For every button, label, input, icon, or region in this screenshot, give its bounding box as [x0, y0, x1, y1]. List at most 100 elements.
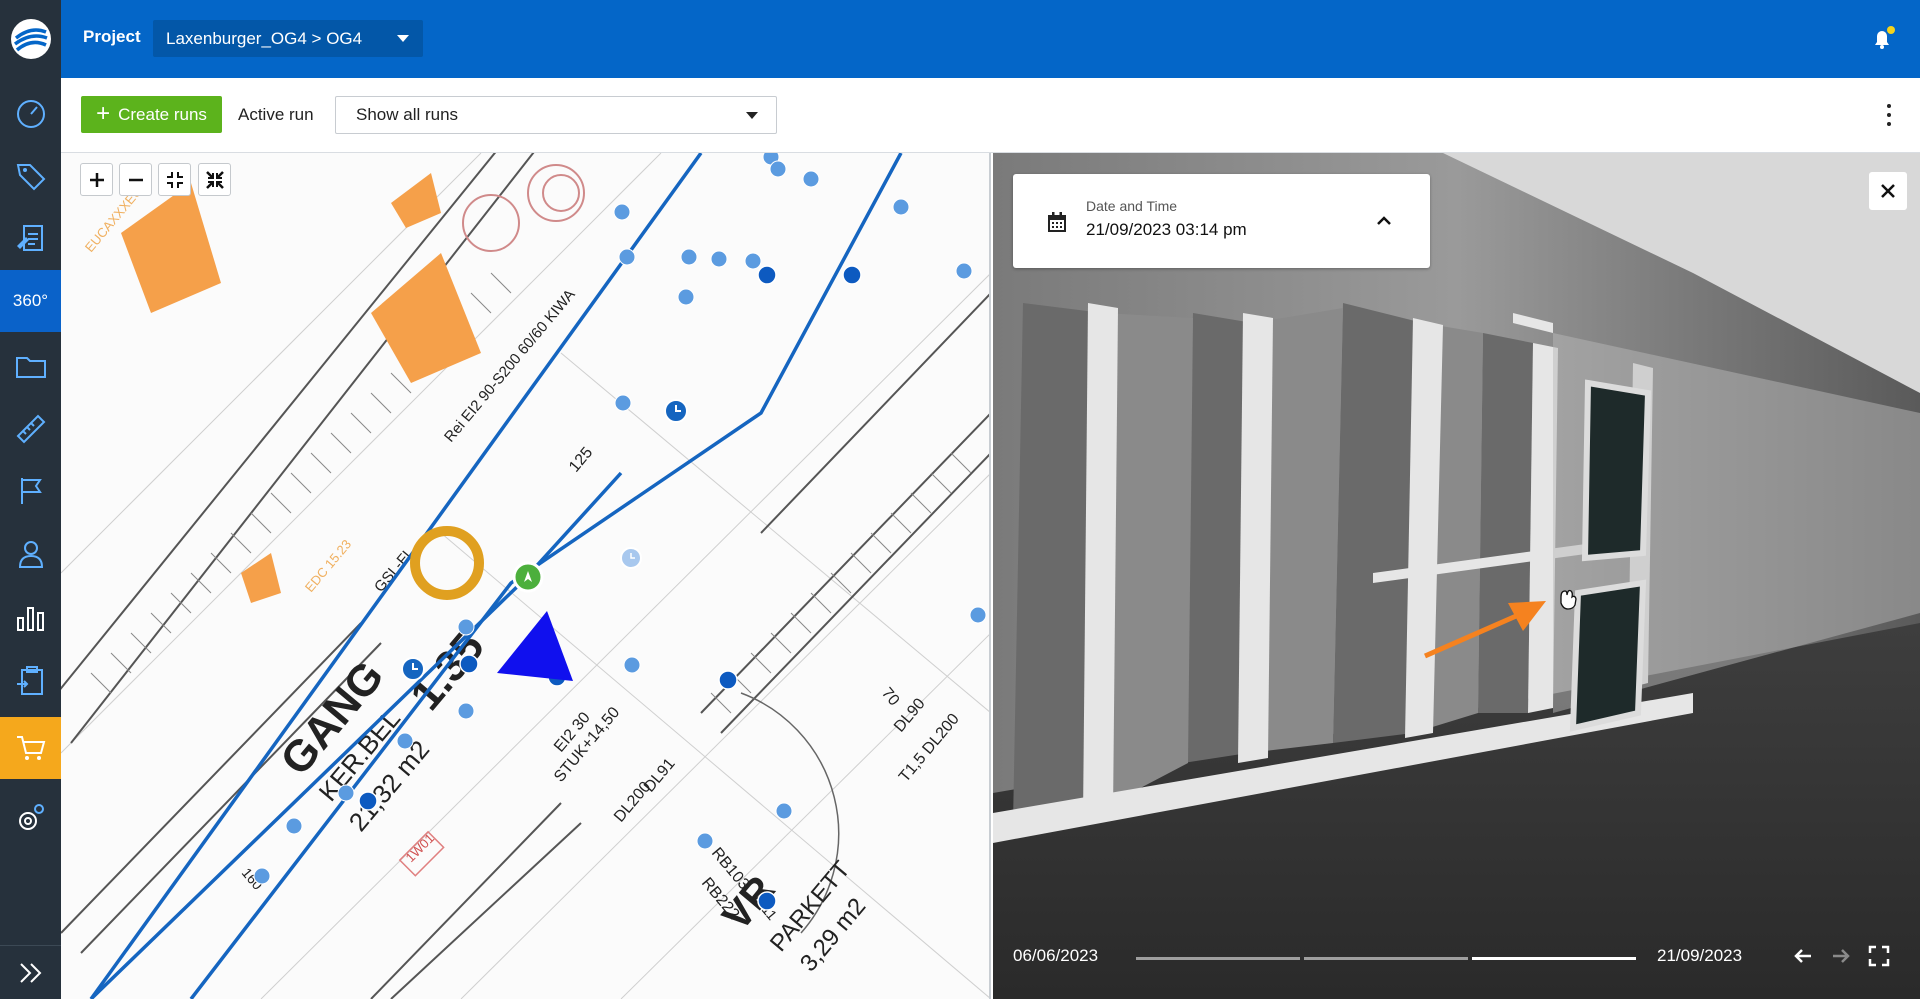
arrow-right-icon[interactable]	[1829, 944, 1853, 968]
capture-point	[892, 198, 910, 216]
flag-icon	[20, 478, 42, 504]
plus-icon	[89, 172, 104, 187]
fit-view-button[interactable]	[158, 163, 191, 196]
sidebar-item-files[interactable]	[0, 335, 61, 397]
close-viewer-button[interactable]	[1869, 172, 1907, 210]
fullscreen-icon[interactable]	[1867, 944, 1891, 968]
zoom-out-button[interactable]	[119, 163, 152, 196]
cart-icon	[16, 736, 45, 760]
sidebar-item-measure[interactable]	[0, 398, 61, 460]
sidebar-expand-button[interactable]	[0, 946, 61, 999]
run-path	[89, 471, 623, 999]
capture-point	[623, 656, 641, 674]
timeline-segment[interactable]	[1304, 957, 1468, 960]
active-run-label: Active run	[238, 105, 314, 124]
top-bar: Project Laxenburger_OG4 > OG4	[61, 0, 1920, 78]
bell-icon[interactable]	[1870, 26, 1896, 52]
capture-point	[769, 160, 787, 178]
minus-icon	[128, 178, 143, 181]
sidebar-item-label: 360°	[12, 291, 49, 310]
caret-down-icon	[397, 35, 409, 42]
toolbar: + Create runs Active run Show all runs	[61, 78, 1920, 153]
sidebar-item-tasks[interactable]	[0, 650, 61, 712]
caret-down-icon	[746, 112, 758, 119]
folder-icon	[15, 357, 46, 378]
active-run-select-value: Show all runs	[356, 105, 459, 124]
chevron-up-icon[interactable]	[1376, 213, 1392, 229]
capture-point	[969, 606, 987, 624]
bar-chart-icon	[16, 607, 44, 631]
floor-plan-map[interactable]: EUCAXXXEU EDC 15.23 GANG 1.35 KER.BEL 21…	[61, 153, 991, 999]
capture-point	[718, 670, 738, 690]
user-icon	[18, 541, 43, 568]
current-position-marker	[512, 561, 544, 593]
sidebar-item-cart[interactable]	[0, 717, 61, 779]
create-runs-label: Create runs	[118, 104, 207, 124]
logo-icon	[10, 19, 51, 59]
sidebar-item-reports[interactable]	[0, 208, 61, 270]
timeline-end-date: 21/09/2023	[1657, 946, 1743, 965]
timeline-segment[interactable]	[1136, 957, 1300, 960]
capture-point	[618, 248, 636, 266]
sidebar-item-users[interactable]	[0, 523, 61, 585]
more-options-icon[interactable]	[1886, 104, 1892, 126]
capture-point	[285, 817, 303, 835]
date-time-card[interactable]: Date and Time 21/09/2023 03:14 pm	[1013, 174, 1430, 268]
gear-icon	[18, 804, 44, 830]
active-run-select[interactable]: Show all runs	[335, 96, 777, 134]
sidebar-item-settings[interactable]	[0, 787, 61, 849]
app-logo[interactable]	[0, 0, 61, 78]
project-selector[interactable]: Laxenburger_OG4 > OG4	[153, 20, 423, 57]
project-label: Project	[83, 27, 141, 46]
double-chevron-right-icon	[19, 962, 41, 983]
capture-point	[744, 252, 762, 270]
clipboard-icon	[16, 666, 43, 695]
view-direction-cone	[497, 611, 573, 681]
current-location-ring	[410, 526, 484, 600]
clock-marker	[664, 399, 688, 423]
shrink-icon	[205, 170, 224, 189]
clock-marker	[620, 547, 642, 569]
sidebar-item-analytics[interactable]	[0, 586, 61, 648]
sidebar-item-dashboard[interactable]	[0, 82, 61, 144]
run-path	[89, 153, 703, 999]
sidebar-item-360[interactable]: 360°	[0, 270, 61, 332]
calendar-icon	[1048, 212, 1066, 232]
capture-point	[459, 654, 479, 674]
capture-point	[396, 732, 414, 750]
plus-icon: +	[96, 99, 111, 127]
gauge-icon	[16, 100, 45, 128]
sidebar-item-tags[interactable]	[0, 145, 61, 207]
report-icon	[16, 225, 43, 251]
capture-point	[696, 832, 714, 850]
capture-point	[677, 288, 695, 306]
zoom-in-button[interactable]	[80, 163, 113, 196]
arrow-left-icon[interactable]	[1791, 944, 1815, 968]
close-icon	[1881, 184, 1895, 198]
sidebar-item-milestones[interactable]	[0, 460, 61, 522]
capture-point	[358, 791, 378, 811]
compress-icon	[166, 171, 183, 188]
timeline-start-date: 06/06/2023	[1013, 946, 1099, 965]
run-path	[189, 153, 903, 999]
sidebar: 360°	[0, 0, 61, 999]
panorama-image	[993, 153, 1920, 999]
tag-icon	[16, 164, 45, 191]
capture-point	[842, 265, 862, 285]
capture-point	[457, 618, 475, 636]
capture-point	[457, 702, 475, 720]
capture-point	[757, 891, 777, 911]
create-runs-button[interactable]: + Create runs	[81, 96, 222, 133]
timeline-segment-active[interactable]	[1472, 957, 1636, 960]
capture-point	[680, 248, 698, 266]
capture-point	[802, 170, 820, 188]
project-selector-value: Laxenburger_OG4 > OG4	[166, 28, 363, 48]
ruler-icon	[16, 414, 45, 444]
capture-point	[253, 867, 271, 885]
capture-point	[955, 262, 973, 280]
collapse-view-button[interactable]	[198, 163, 231, 196]
panorama-viewer[interactable]: Date and Time 21/09/2023 03:14 pm 06/06/…	[993, 153, 1920, 999]
capture-point	[757, 265, 777, 285]
date-time-label: Date and Time	[1086, 198, 1178, 214]
capture-point	[775, 802, 793, 820]
